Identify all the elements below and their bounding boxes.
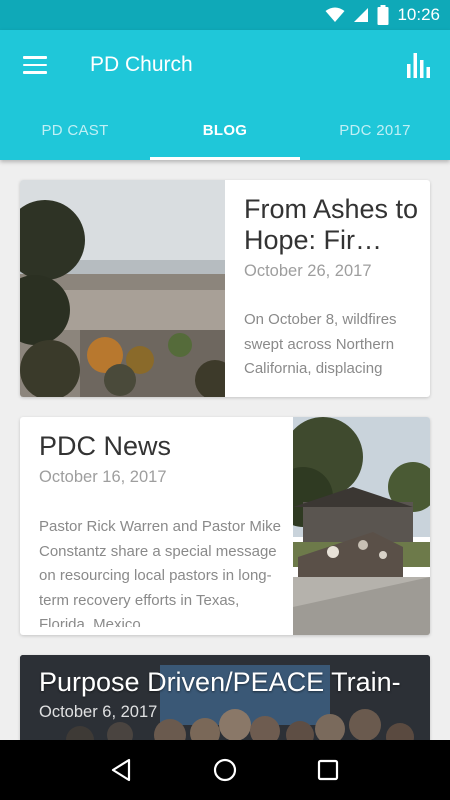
- post-title: PDC News: [39, 431, 172, 461]
- blog-post-card[interactable]: Purpose Driven/PEACE Train- October 6, 2…: [20, 655, 430, 740]
- bar-chart-icon[interactable]: [404, 50, 434, 80]
- system-nav-bar: [0, 740, 450, 800]
- status-bar: 10:26: [0, 0, 450, 30]
- blog-post-card[interactable]: PDC News October 16, 2017 Pastor Rick Wa…: [20, 417, 430, 635]
- post-date: October 6, 2017: [39, 703, 158, 721]
- post-thumbnail: [20, 180, 225, 397]
- tab-blog[interactable]: BLOG: [150, 100, 300, 160]
- status-icons: 10:26: [325, 0, 440, 30]
- blog-post-card[interactable]: From Ashes to Hope: Fir… October 26, 201…: [20, 180, 430, 397]
- post-date: October 26, 2017: [244, 262, 372, 280]
- recents-icon[interactable]: [313, 755, 343, 785]
- app-bar: PD Church PD CAST BLOG PDC 2017: [0, 30, 450, 160]
- post-title: Purpose Driven/PEACE Train-: [39, 667, 401, 697]
- tab-bar: PD CAST BLOG PDC 2017: [0, 100, 450, 160]
- home-icon[interactable]: [210, 755, 240, 785]
- blog-list[interactable]: From Ashes to Hope: Fir… October 26, 201…: [0, 160, 450, 740]
- post-thumbnail: [293, 417, 430, 635]
- post-date: October 16, 2017: [39, 468, 167, 486]
- post-title: From Ashes to Hope: Fir…: [244, 194, 419, 255]
- back-icon[interactable]: [107, 755, 137, 785]
- post-excerpt: On October 8, wildfires swept across Nor…: [244, 311, 397, 377]
- tab-pd-cast[interactable]: PD CAST: [0, 100, 150, 160]
- status-time: 10:26: [397, 5, 440, 24]
- tab-pdc-2017[interactable]: PDC 2017: [300, 100, 450, 160]
- post-text: PDC News October 16, 2017 Pastor Rick Wa…: [39, 417, 284, 627]
- hamburger-menu-icon[interactable]: [20, 52, 50, 78]
- cell-signal-icon: [354, 8, 369, 22]
- post-excerpt: Pastor Rick Warren and Pastor Mike Const…: [39, 518, 282, 627]
- app-title: PD Church: [90, 53, 193, 76]
- post-text: From Ashes to Hope: Fir… October 26, 201…: [244, 180, 420, 397]
- battery-icon: [377, 5, 389, 25]
- wifi-icon: [325, 7, 345, 22]
